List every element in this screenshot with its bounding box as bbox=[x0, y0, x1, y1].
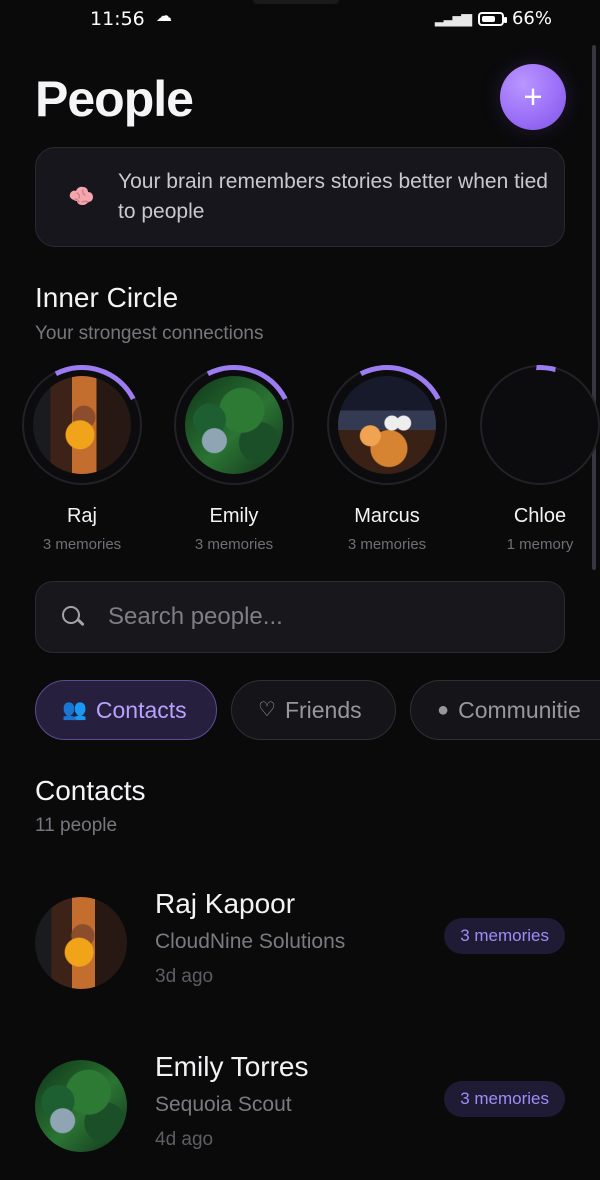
people-icon: 👥 bbox=[62, 699, 87, 721]
memory-count-badge[interactable]: 3 memories bbox=[444, 918, 565, 954]
tab-label: Communitie bbox=[458, 696, 581, 723]
person-name: Raj bbox=[66, 505, 97, 527]
filter-tabs: 👥 Contacts ♡ Friends ● Communitie bbox=[35, 680, 600, 742]
cloud-status-icon: ☁ bbox=[156, 6, 172, 25]
contact-last-seen: 3d ago bbox=[155, 966, 214, 987]
inner-circle-person-marcus[interactable]: Marcus 3 memories bbox=[311, 349, 463, 553]
avatar bbox=[185, 376, 283, 474]
tab-communities[interactable]: ● Communitie bbox=[410, 680, 600, 740]
tab-label: Friends bbox=[284, 696, 362, 723]
memory-count: 3 memories bbox=[194, 536, 274, 553]
contact-company: CloudNine Solutions bbox=[155, 930, 346, 953]
search-icon bbox=[62, 606, 84, 628]
page-title: People bbox=[35, 71, 194, 127]
person-name: Emily bbox=[209, 505, 259, 527]
memory-progress-ring bbox=[6, 349, 158, 501]
brain-icon bbox=[66, 182, 96, 212]
status-indicators: ▂▃▅▆ 66% bbox=[435, 8, 552, 29]
inner-circle-person-emily[interactable]: Emily 3 memories bbox=[158, 349, 310, 553]
heart-icon: ♡ bbox=[258, 699, 276, 721]
inner-circle-subtitle: Your strongest connections bbox=[35, 323, 264, 344]
contacts-title: Contacts bbox=[35, 775, 146, 806]
memory-progress-ring bbox=[311, 349, 463, 501]
inner-circle-person-raj[interactable]: Raj 3 memories bbox=[6, 349, 158, 553]
tab-contacts[interactable]: 👥 Contacts bbox=[35, 680, 217, 740]
add-person-button[interactable]: + bbox=[500, 64, 566, 130]
avatar bbox=[35, 1060, 127, 1152]
search-input[interactable] bbox=[106, 602, 540, 632]
memory-count: 1 memory bbox=[506, 536, 574, 553]
inner-circle-title: Inner Circle bbox=[35, 282, 179, 313]
avatar bbox=[33, 376, 131, 474]
contacts-count: 11 people bbox=[35, 815, 118, 836]
contact-name: Raj Kapoor bbox=[155, 888, 296, 919]
battery-percentage: 66% bbox=[511, 8, 552, 29]
memory-progress-ring bbox=[480, 365, 600, 485]
status-time: 11:56 bbox=[90, 8, 145, 30]
person-name: Marcus bbox=[354, 505, 420, 527]
memory-count: 3 memories bbox=[42, 536, 122, 553]
search-box[interactable] bbox=[35, 581, 565, 653]
tab-friends[interactable]: ♡ Friends bbox=[231, 680, 396, 740]
memory-count-badge[interactable]: 3 memories bbox=[444, 1081, 565, 1117]
people-screen: 11:56 ☁ ▂▃▅▆ 66% People + Your brain rem… bbox=[0, 0, 600, 1180]
avatar bbox=[338, 376, 436, 474]
inner-circle-carousel[interactable]: Raj 3 memories Emily 3 memories Marcus 3… bbox=[0, 349, 600, 555]
contact-last-seen: 4d ago bbox=[155, 1129, 214, 1150]
memory-tip-card: Your brain remembers stories better when… bbox=[35, 147, 565, 247]
memory-progress-ring bbox=[158, 349, 310, 501]
avatar bbox=[35, 897, 127, 989]
person-name: Chloe bbox=[513, 505, 567, 527]
contact-row[interactable]: Emily Torres Sequoia Scout 4d ago 3 memo… bbox=[35, 1051, 565, 1163]
community-icon: ● bbox=[437, 699, 450, 721]
status-bar: 11:56 ☁ ▂▃▅▆ 66% bbox=[0, 0, 600, 40]
contact-company: Sequoia Scout bbox=[155, 1093, 292, 1116]
avatar bbox=[491, 376, 589, 474]
contact-row[interactable]: Raj Kapoor CloudNine Solutions 3d ago 3 … bbox=[35, 888, 565, 1000]
inner-circle-person-chloe[interactable]: Chloe 1 memory bbox=[475, 365, 600, 553]
signal-icon: ▂▃▅▆ bbox=[434, 10, 472, 27]
battery-icon bbox=[477, 11, 507, 26]
tip-text: Your brain remembers stories better when… bbox=[118, 170, 548, 223]
plus-icon: + bbox=[523, 78, 543, 115]
contact-name: Emily Torres bbox=[155, 1051, 309, 1082]
tab-label: Contacts bbox=[95, 696, 187, 723]
memory-count: 3 memories bbox=[347, 536, 427, 553]
